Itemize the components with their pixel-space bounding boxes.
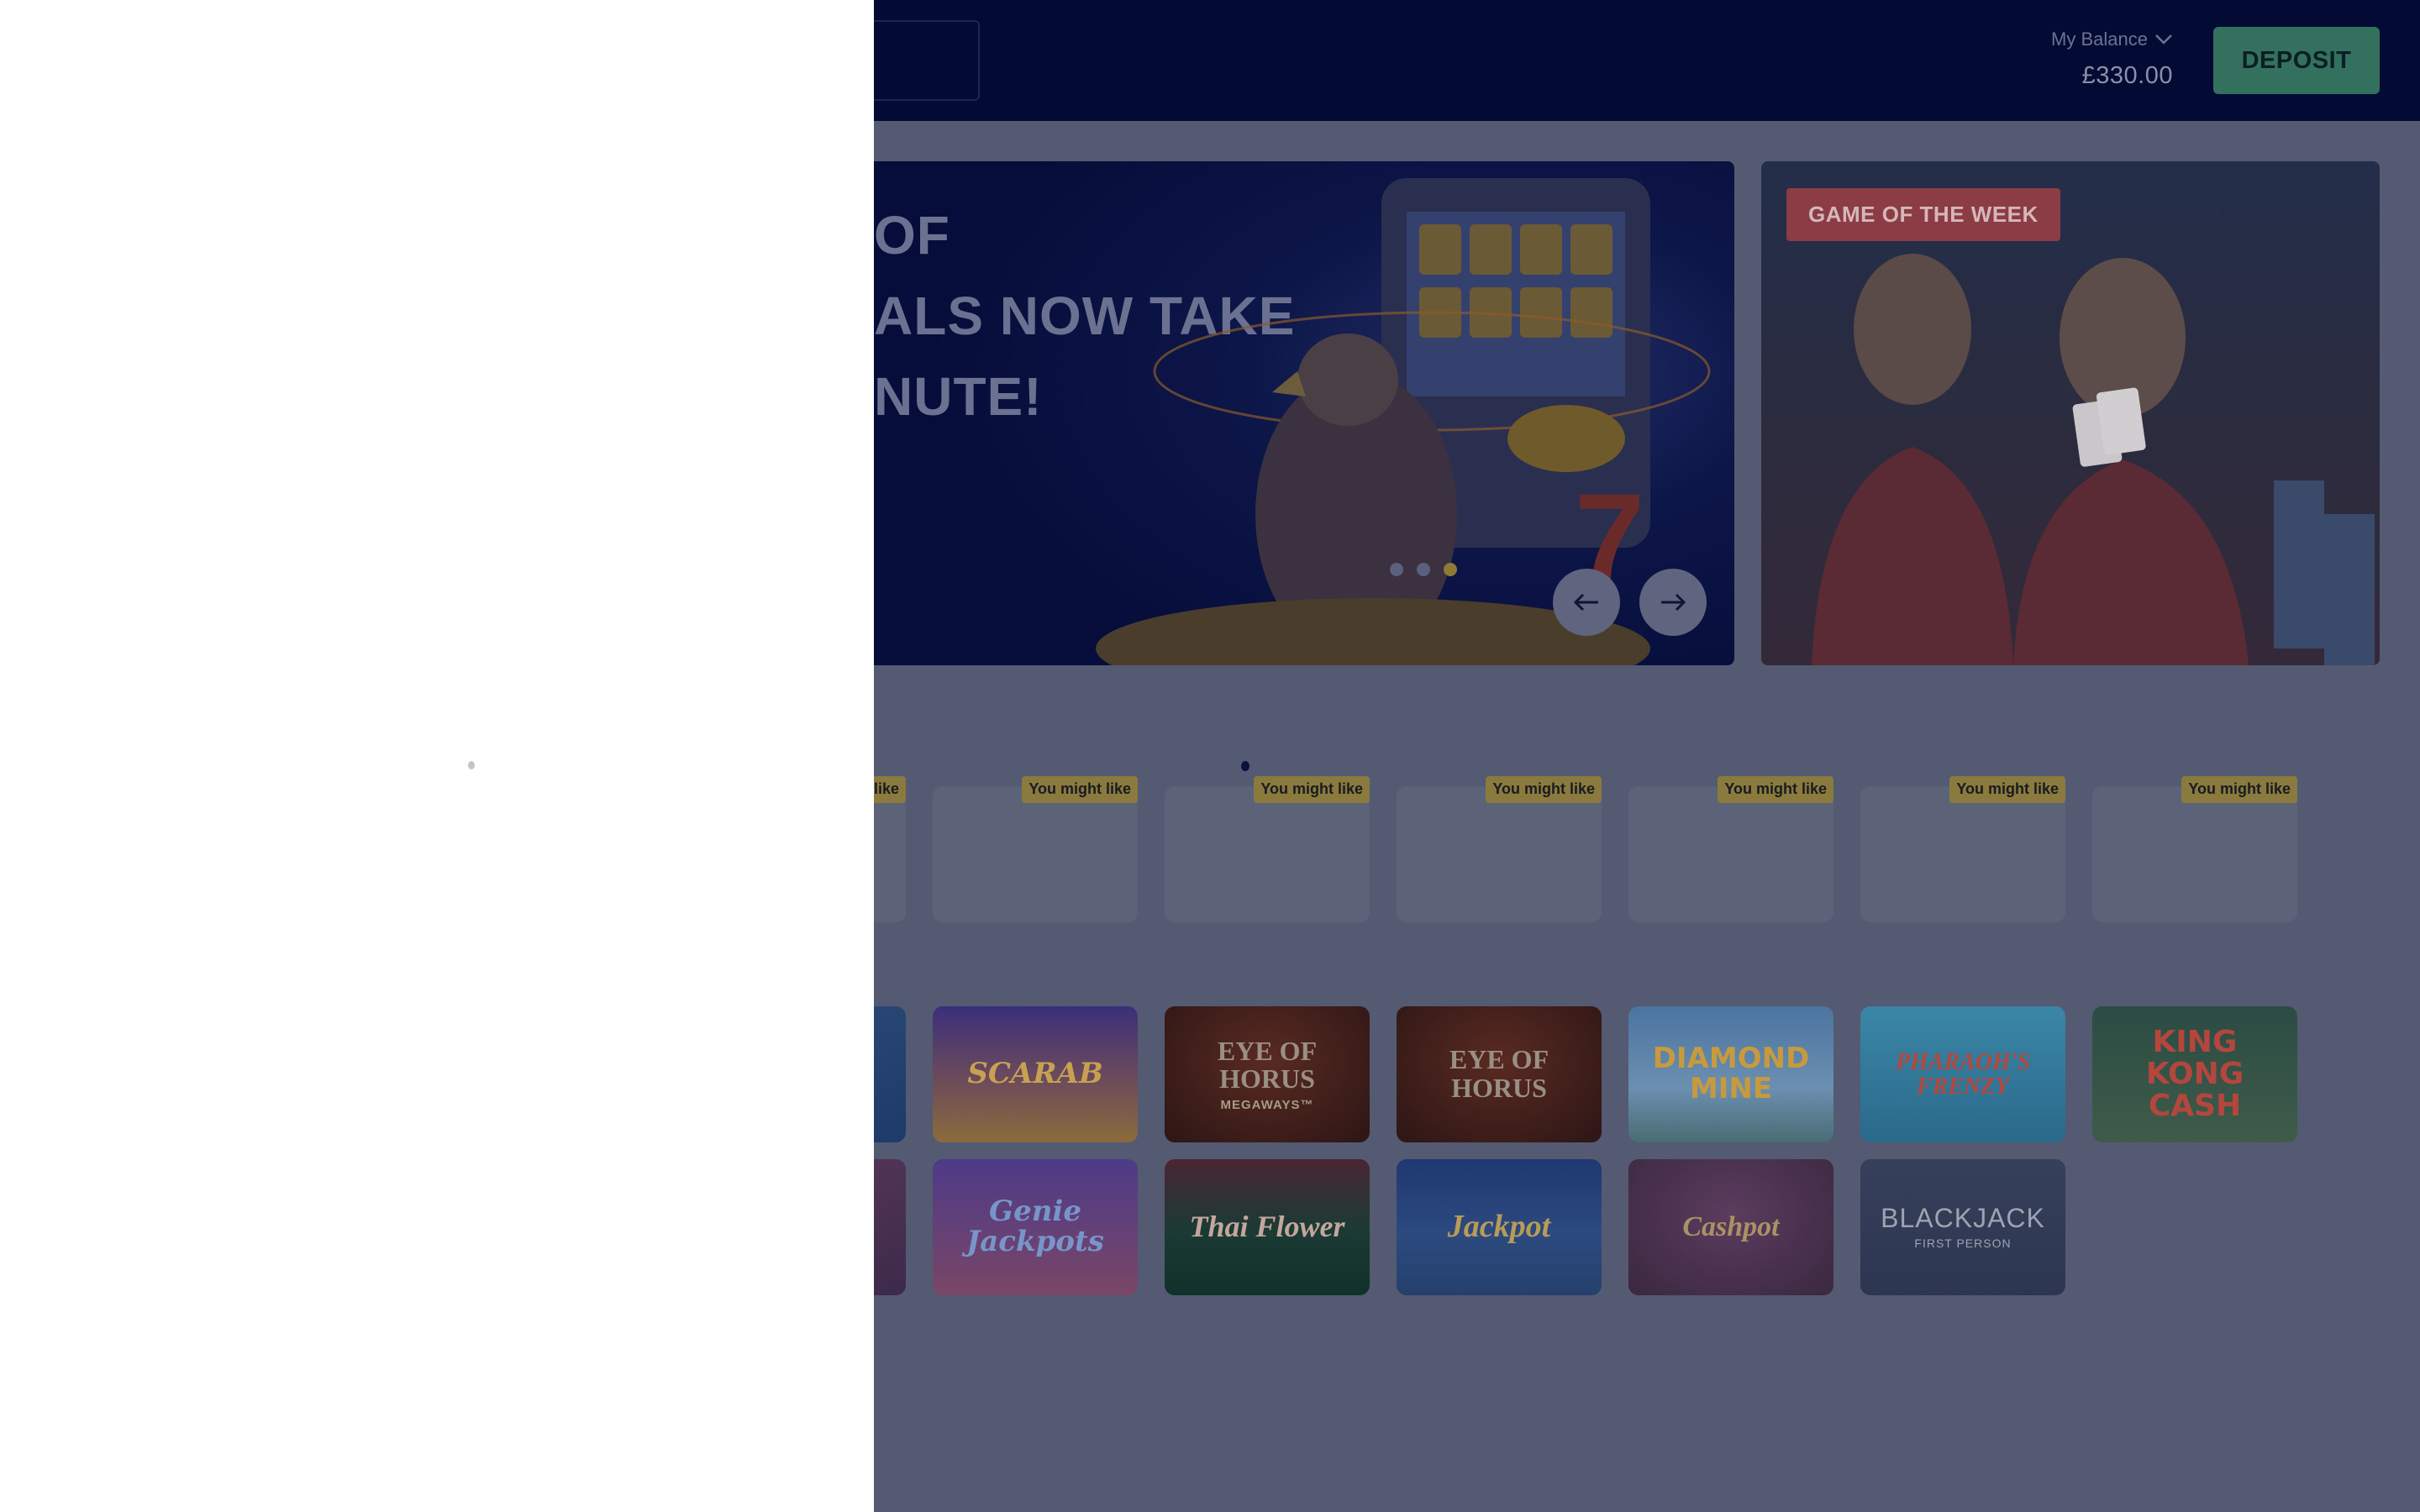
game-card-placeholder[interactable]: You might like — [1165, 776, 1370, 922]
game-of-the-week-banner[interactable]: GAME OF THE WEEK — [1761, 161, 2380, 665]
side-menu-panel — [0, 0, 874, 1512]
game-tile[interactable]: Jackpot — [1397, 1159, 1602, 1295]
game-title: EYE OF HORUS — [1449, 1044, 1549, 1103]
game-card-placeholder[interactable]: You might like — [2092, 776, 2297, 922]
carousel-prev-button[interactable] — [1553, 569, 1620, 636]
slot-machine-eagle-illustration: 7 — [1096, 178, 1711, 665]
game-tile[interactable]: BLACKJACK FIRST PERSON — [1860, 1159, 2065, 1295]
balance-amount: £330.00 — [2081, 62, 2173, 89]
recommended-tag: You might like — [2181, 776, 2297, 803]
game-tile[interactable]: Thai Flower — [1165, 1159, 1370, 1295]
game-of-the-week-badge: GAME OF THE WEEK — [1786, 188, 2060, 241]
carousel-next-button[interactable] — [1639, 569, 1707, 636]
game-title: SCARAB — [967, 1057, 1103, 1091]
game-subtitle: FIRST PERSON — [1914, 1236, 2012, 1251]
game-logo: EYE OF HORUS MEGAWAYS™ — [1173, 1037, 1361, 1112]
deposit-button[interactable]: DEPOSIT — [2213, 27, 2380, 94]
game-title: PHARAOH'S FRENZY — [1895, 1048, 2031, 1100]
game-tile[interactable]: Cashpot — [1628, 1159, 1833, 1295]
carousel-dot[interactable] — [1417, 563, 1430, 576]
carousel-dot[interactable] — [1390, 563, 1403, 576]
recommended-tag: You might like — [1718, 776, 1833, 803]
recommended-tag: You might like — [1949, 776, 2065, 803]
game-tile[interactable]: DIAMOND MINE — [1628, 1006, 1833, 1142]
arrow-right-icon — [1661, 593, 1686, 612]
game-title: EYE OF HORUS — [1217, 1035, 1318, 1095]
game-card-placeholder[interactable]: You might like — [1397, 776, 1602, 922]
balance-label: My Balance — [2051, 29, 2148, 50]
balance-toggle[interactable]: My Balance £330.00 — [2051, 29, 2173, 90]
game-title: Jackpot — [1447, 1209, 1551, 1245]
game-card-placeholder[interactable]: You might like — [1628, 776, 1833, 922]
game-logo: BLACKJACK FIRST PERSON — [1881, 1202, 2045, 1251]
game-title: KING KONG CASH — [2145, 1025, 2244, 1123]
chevron-down-icon — [2155, 34, 2172, 45]
loading-spinner-icon — [468, 761, 475, 769]
game-subtitle: MEGAWAYS™ — [1220, 1097, 1314, 1112]
game-card-placeholder[interactable]: You might like — [933, 776, 1138, 922]
recommended-tag: You might like — [1254, 776, 1370, 803]
carousel-dot-active[interactable] — [1444, 563, 1457, 576]
recommended-tag: You might like — [1022, 776, 1138, 803]
game-card-placeholder[interactable]: You might like — [1860, 776, 2065, 922]
arrow-left-icon — [1573, 593, 1598, 612]
game-tile[interactable]: Genie Jackpots — [933, 1159, 1138, 1295]
game-title: BLACKJACK — [1881, 1202, 2045, 1233]
carousel-dots — [1390, 563, 1457, 576]
recommended-tag: You might like — [1486, 776, 1602, 803]
game-tile[interactable]: EYE OF HORUS MEGAWAYS™ — [1165, 1006, 1370, 1142]
game-title: DIAMOND MINE — [1652, 1042, 1810, 1105]
game-title: Genie Jackpots — [966, 1194, 1104, 1258]
balance-label-row: My Balance — [2051, 29, 2173, 50]
game-title: Thai Flower — [1189, 1210, 1345, 1244]
game-tile[interactable]: KING KONG CASH — [2092, 1006, 2297, 1142]
game-tile[interactable]: SCARAB — [933, 1006, 1138, 1142]
game-tile[interactable]: PHARAOH'S FRENZY — [1860, 1006, 2065, 1142]
game-title: Cashpot — [1682, 1211, 1780, 1243]
game-tile[interactable]: EYE OF HORUS — [1397, 1006, 1602, 1142]
loading-dot-icon — [1241, 761, 1249, 771]
